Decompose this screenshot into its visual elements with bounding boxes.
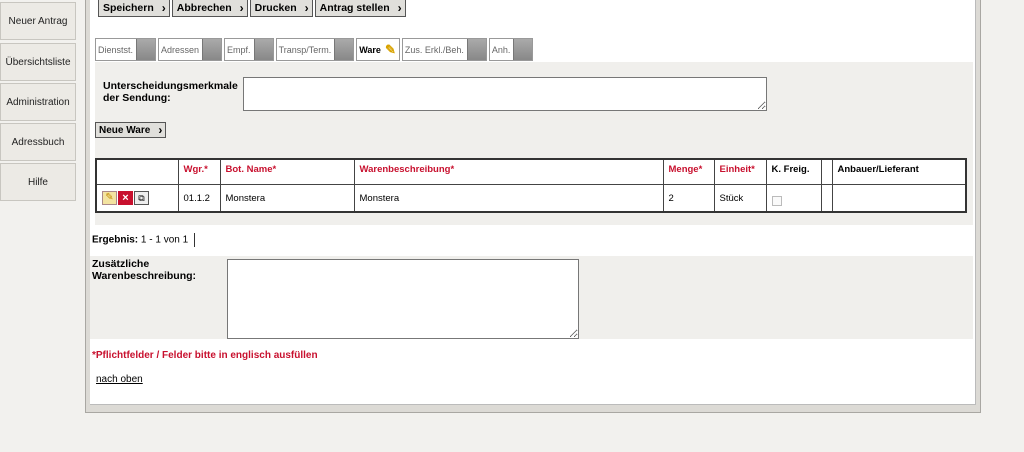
tab-empfaenger[interactable]: Empf. <box>224 38 274 61</box>
actions-header <box>95 158 179 185</box>
main-panel: Speichern › Abbrechen › Drucken › Antrag… <box>85 0 981 413</box>
row-actions: ✎ × ⧉ <box>95 183 179 213</box>
unit-header: Einheit* <box>713 158 767 185</box>
wgr-cell: 01.1.2 <box>177 183 221 213</box>
tab-transport-termin[interactable]: Transp/Term. <box>275 38 355 61</box>
shipment-section: Unterscheidungsmerkmale der Sendung: <box>95 62 973 119</box>
nav-help-button[interactable]: Hilfe <box>0 163 76 201</box>
quantity-header: Menge* <box>662 158 715 185</box>
tab-zusatz-erklaerung[interactable]: Zus. Erkl./Beh. <box>401 38 487 61</box>
content-area: Speichern › Abbrechen › Drucken › Antrag… <box>90 0 976 405</box>
description-cell: Monstera <box>353 183 664 213</box>
edit-pencil-icon[interactable]: ✎ <box>102 190 117 205</box>
tab-dienststelle[interactable]: Dienstst. <box>95 38 157 61</box>
tab-label: Ware <box>359 44 381 55</box>
tab-status-square <box>253 39 273 60</box>
shipment-features-textarea[interactable] <box>243 77 767 111</box>
delete-icon[interactable]: × <box>118 190 133 205</box>
new-goods-button[interactable]: Neue Ware › <box>95 122 167 138</box>
spacer-header <box>820 158 833 185</box>
result-count: Ergebnis: 1 - 1 von 1 <box>92 233 196 247</box>
tab-status-square <box>136 39 156 60</box>
tab-label: Empf. <box>227 44 251 55</box>
wgr-header: Wgr.* <box>177 158 221 185</box>
tab-label: Transp/Term. <box>278 44 332 55</box>
tab-label: Anh. <box>491 44 511 55</box>
tab-adressen[interactable]: Adressen <box>158 38 223 61</box>
k-freig-header: K. Freig. <box>765 158 822 185</box>
table-row: ✎ × ⧉ 01.1.2 Monstera Monstera 2 Stück <box>95 183 967 213</box>
bot-name-header: Bot. Name* <box>219 158 355 185</box>
description-header: Warenbeschreibung* <box>353 158 664 185</box>
tab-status-square <box>513 39 533 60</box>
nav-administration-button[interactable]: Administration <box>0 83 76 121</box>
result-divider <box>194 233 196 247</box>
tab-anhang[interactable]: Anh. <box>488 38 534 61</box>
cancel-button[interactable]: Abbrechen › <box>171 0 248 17</box>
spacer-cell <box>820 183 833 213</box>
copy-icon[interactable]: ⧉ <box>134 190 149 205</box>
tab-status-square <box>334 39 354 60</box>
table-header-row: Wgr.* Bot. Name* Warenbeschreibung* Meng… <box>95 158 967 185</box>
tab-status-square <box>202 39 222 60</box>
goods-table: Wgr.* Bot. Name* Warenbeschreibung* Meng… <box>95 158 967 213</box>
nav-address-book-button[interactable]: Adressbuch <box>0 123 76 161</box>
print-label: Drucken <box>254 2 297 14</box>
goods-section: Neue Ware › Wgr.* Bot. Name* Warenbeschr… <box>95 119 973 225</box>
save-label: Speichern <box>103 2 154 14</box>
shipment-label: Unterscheidungsmerkmale der Sendung: <box>103 80 238 104</box>
tab-label: Zus. Erkl./Beh. <box>404 44 464 55</box>
result-label: Ergebnis: <box>92 234 139 246</box>
additional-description-textarea[interactable] <box>227 259 579 339</box>
tab-label: Adressen <box>161 44 200 55</box>
chevron-right-icon: › <box>158 123 163 137</box>
grower-cell <box>831 183 967 213</box>
submit-application-button[interactable]: Antrag stellen › <box>314 0 406 17</box>
print-button[interactable]: Drucken › <box>249 0 313 17</box>
k-freig-cell <box>765 183 822 213</box>
additional-description-label: Zusätzliche Warenbeschreibung: <box>92 258 197 282</box>
chevron-right-icon: › <box>397 1 402 15</box>
unit-cell: Stück <box>713 183 767 213</box>
pencil-icon: ✎ <box>384 41 396 57</box>
additional-description-section: Zusätzliche Warenbeschreibung: <box>90 256 973 339</box>
save-button[interactable]: Speichern › <box>98 0 170 17</box>
nav-overview-list-button[interactable]: Übersichtsliste <box>0 43 76 81</box>
new-goods-label: Neue Ware <box>99 124 151 136</box>
chevron-right-icon: › <box>161 1 166 15</box>
form-tabs: Dienstst. Adressen Empf. Transp/Term. Wa… <box>95 38 535 61</box>
grower-header: Anbauer/Lieferant <box>831 158 967 185</box>
tab-ware[interactable]: Ware ✎ <box>356 38 400 61</box>
required-fields-notice: *Pflichtfelder / Felder bitte in englisc… <box>92 350 318 361</box>
nav-new-application-button[interactable]: Neuer Antrag <box>0 2 76 40</box>
cancel-label: Abbrechen <box>176 2 232 14</box>
k-freig-checkbox[interactable] <box>771 195 782 206</box>
chevron-right-icon: › <box>239 1 244 15</box>
tab-label: Dienstst. <box>98 44 134 55</box>
tab-status-square <box>466 39 486 60</box>
chevron-right-icon: › <box>304 1 309 15</box>
result-value: 1 - 1 von 1 <box>140 234 189 246</box>
quantity-cell: 2 <box>662 183 715 213</box>
bot-name-cell: Monstera <box>219 183 355 213</box>
submit-label: Antrag stellen <box>319 2 390 14</box>
toolbar: Speichern › Abbrechen › Drucken › Antrag… <box>98 0 408 17</box>
back-to-top-link[interactable]: nach oben <box>96 374 143 385</box>
